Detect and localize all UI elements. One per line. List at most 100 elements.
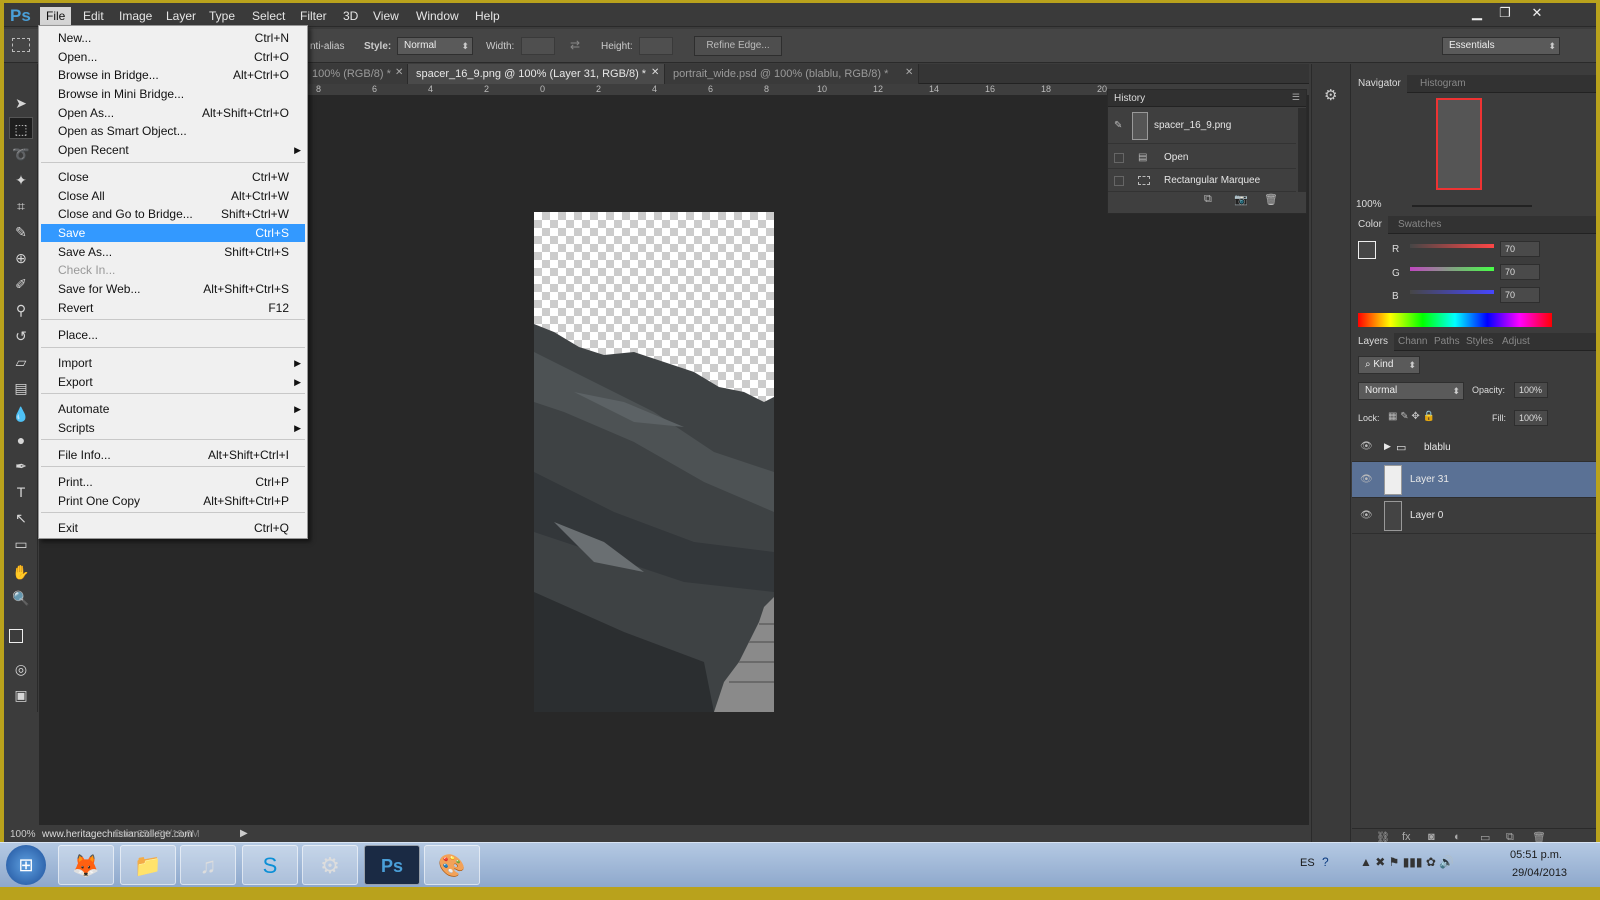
healing-tool-icon[interactable]: ⊕ bbox=[9, 247, 33, 269]
menu-window[interactable]: Window bbox=[410, 7, 465, 25]
firefox-icon[interactable]: 🦊 bbox=[58, 845, 114, 885]
b-value[interactable]: 70 bbox=[1500, 287, 1540, 303]
r-slider[interactable] bbox=[1410, 244, 1494, 248]
tab-color[interactable]: Color bbox=[1352, 216, 1388, 234]
blend-mode-select[interactable]: Normal bbox=[1358, 382, 1464, 400]
width-input[interactable] bbox=[521, 37, 555, 55]
g-value[interactable]: 70 bbox=[1500, 264, 1540, 280]
tab-close-icon[interactable]: ✕ bbox=[651, 67, 659, 78]
zoom-tool-icon[interactable]: 🔍 bbox=[9, 587, 33, 609]
menu-print[interactable]: Print... Ctrl+P bbox=[41, 473, 305, 491]
menu-exit[interactable]: Exit Ctrl+Q bbox=[41, 519, 305, 537]
history-panel-icon[interactable]: ⚙ bbox=[1324, 86, 1337, 104]
menu-view[interactable]: View bbox=[367, 7, 405, 25]
zoom-level[interactable]: 100% bbox=[10, 829, 36, 840]
clock-time[interactable]: 05:51 p.m. bbox=[1510, 849, 1562, 861]
layer-row[interactable]: 👁 Layer 0 bbox=[1352, 498, 1596, 534]
snapshot-camera-icon[interactable]: 📷 bbox=[1234, 193, 1248, 206]
skype-icon[interactable]: S bbox=[242, 845, 298, 885]
menu-save-as[interactable]: Save As... Shift+Ctrl+S bbox=[41, 243, 305, 261]
layer-row-selected[interactable]: 👁 Layer 31 bbox=[1352, 462, 1596, 498]
menu-automate[interactable]: Automate ▶ bbox=[41, 400, 305, 418]
marquee-preset-icon[interactable] bbox=[12, 38, 30, 52]
menu-open-as[interactable]: Open As... Alt+Shift+Ctrl+O bbox=[41, 104, 305, 122]
document-canvas[interactable] bbox=[534, 212, 774, 712]
menu-filter[interactable]: Filter bbox=[294, 7, 333, 25]
b-slider[interactable] bbox=[1410, 290, 1494, 294]
menu-3d[interactable]: 3D bbox=[337, 7, 364, 25]
type-tool-icon[interactable]: T bbox=[9, 481, 33, 503]
menu-scripts[interactable]: Scripts ▶ bbox=[41, 419, 305, 437]
tab-doc-1[interactable]: 100% (RGB/8) * bbox=[304, 64, 408, 84]
lock-pixels-icon[interactable]: ▦ ✎ ✥ 🔒 bbox=[1388, 411, 1435, 422]
hand-tool-icon[interactable]: ✋ bbox=[9, 561, 33, 583]
style-select[interactable]: Normal bbox=[397, 37, 473, 55]
start-button[interactable]: ⊞ bbox=[6, 845, 46, 885]
clock-date[interactable]: 29/04/2013 bbox=[1512, 867, 1567, 879]
shape-tool-icon[interactable]: ▭ bbox=[9, 533, 33, 555]
tab-close-icon[interactable]: ✕ bbox=[395, 67, 403, 78]
eyedropper-tool-icon[interactable]: ✎ bbox=[9, 221, 33, 243]
eraser-tool-icon[interactable]: ▱ bbox=[9, 351, 33, 373]
menu-import[interactable]: Import ▶ bbox=[41, 354, 305, 372]
menu-browse-bridge[interactable]: Browse in Bridge... Alt+Ctrl+O bbox=[41, 66, 305, 84]
menu-place[interactable]: Place... bbox=[41, 326, 305, 344]
menu-print-one-copy[interactable]: Print One Copy Alt+Shift+Ctrl+P bbox=[41, 492, 305, 510]
fg-swatch[interactable] bbox=[1358, 241, 1376, 259]
blur-tool-icon[interactable]: 💧 bbox=[9, 403, 33, 425]
help-icon[interactable]: ? bbox=[1322, 855, 1329, 869]
quick-mask-icon[interactable]: ◎ bbox=[9, 658, 33, 680]
steam-icon[interactable]: ⚙ bbox=[302, 845, 358, 885]
menu-type[interactable]: Type bbox=[203, 7, 241, 25]
menu-select[interactable]: Select bbox=[246, 7, 291, 25]
pen-tool-icon[interactable]: ✒ bbox=[9, 455, 33, 477]
refine-edge-button[interactable]: Refine Edge... bbox=[694, 36, 782, 56]
menu-new[interactable]: New... Ctrl+N bbox=[41, 29, 305, 47]
r-value[interactable]: 70 bbox=[1500, 241, 1540, 257]
brush-tool-icon[interactable]: ✐ bbox=[9, 273, 33, 295]
menu-close-all[interactable]: Close All Alt+Ctrl+W bbox=[41, 187, 305, 205]
layer-group-row[interactable]: 👁 ▶ ▭ blablu bbox=[1352, 434, 1596, 462]
move-tool-icon[interactable]: ➤ bbox=[9, 92, 33, 114]
visibility-eye-icon[interactable]: 👁 bbox=[1360, 510, 1373, 521]
workspace-select[interactable]: Essentials bbox=[1442, 37, 1560, 55]
itunes-icon[interactable]: ♫ bbox=[180, 845, 236, 885]
minimize-icon[interactable]: ▁ bbox=[1466, 4, 1488, 22]
visibility-eye-icon[interactable]: 👁 bbox=[1360, 441, 1373, 452]
menu-file[interactable]: File bbox=[40, 7, 72, 25]
menu-image[interactable]: Image bbox=[113, 7, 158, 25]
tab-swatches[interactable]: Swatches bbox=[1392, 216, 1447, 234]
expand-arrow-icon[interactable]: ▶ bbox=[1384, 441, 1391, 452]
menu-open-recent[interactable]: Open Recent ▶ bbox=[41, 141, 305, 159]
tab-adjustments[interactable]: Adjust bbox=[1496, 333, 1536, 351]
status-arrow-icon[interactable]: ▶ bbox=[240, 828, 248, 839]
crop-tool-icon[interactable]: ⌗ bbox=[9, 195, 33, 217]
photoshop-taskbar-icon[interactable]: Ps bbox=[364, 845, 420, 885]
menu-edit[interactable]: Edit bbox=[77, 7, 110, 25]
menu-help[interactable]: Help bbox=[469, 7, 506, 25]
menu-browse-mini-bridge[interactable]: Browse in Mini Bridge... bbox=[41, 85, 305, 103]
lasso-tool-icon[interactable]: ➰ bbox=[9, 143, 33, 165]
history-snapshot[interactable]: ✎ spacer_16_9.png bbox=[1108, 108, 1296, 144]
color-spectrum[interactable] bbox=[1358, 313, 1552, 327]
tab-doc-2[interactable]: spacer_16_9.png @ 100% (Layer 31, RGB/8)… bbox=[408, 64, 665, 84]
rect-marquee-tool-icon[interactable]: ⬚ bbox=[9, 117, 33, 139]
history-item[interactable]: Rectangular Marquee bbox=[1108, 170, 1296, 192]
menu-export[interactable]: Export ▶ bbox=[41, 373, 305, 391]
zoom-slider[interactable] bbox=[1412, 205, 1532, 207]
navigator-preview[interactable] bbox=[1436, 98, 1482, 190]
tab-layers[interactable]: Layers bbox=[1352, 333, 1395, 351]
menu-open[interactable]: Open... Ctrl+O bbox=[41, 48, 305, 66]
menu-save[interactable]: Save Ctrl+S bbox=[41, 224, 305, 242]
paint-icon[interactable]: 🎨 bbox=[424, 845, 480, 885]
language-indicator[interactable]: ES bbox=[1300, 857, 1315, 869]
dodge-tool-icon[interactable]: ● bbox=[9, 429, 33, 451]
history-scrollbar[interactable] bbox=[1298, 108, 1306, 192]
menu-close[interactable]: Close Ctrl+W bbox=[41, 168, 305, 186]
height-input[interactable] bbox=[639, 37, 673, 55]
screen-mode-icon[interactable]: ▣ bbox=[9, 684, 33, 706]
g-slider[interactable] bbox=[1410, 267, 1494, 271]
fill-value[interactable]: 100% bbox=[1514, 410, 1548, 426]
tab-close-icon[interactable]: ✕ bbox=[905, 67, 913, 78]
history-item[interactable]: ▤ Open bbox=[1108, 147, 1296, 169]
